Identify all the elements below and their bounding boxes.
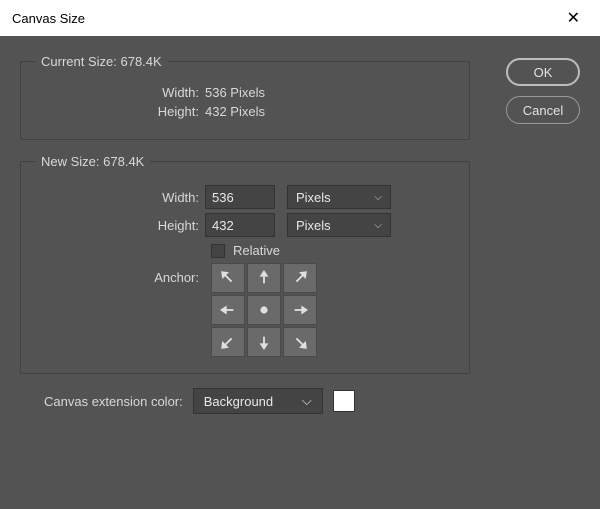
dialog-buttons: OK Cancel bbox=[506, 58, 580, 124]
current-height-label: Height: bbox=[35, 104, 205, 119]
new-height-unit-select[interactable]: Pixels ⌵ bbox=[287, 213, 391, 237]
anchor-grid bbox=[211, 263, 455, 357]
chevron-down-icon: ⌵ bbox=[302, 393, 312, 409]
anchor-w[interactable] bbox=[211, 295, 245, 325]
chevron-down-icon: ⌵ bbox=[374, 220, 382, 231]
new-height-input[interactable] bbox=[205, 213, 275, 237]
extension-color-select[interactable]: Background ⌵ bbox=[193, 388, 323, 414]
extension-label: Canvas extension color: bbox=[20, 394, 183, 409]
new-width-input[interactable] bbox=[205, 185, 275, 209]
close-icon[interactable]: ✕ bbox=[559, 4, 588, 32]
new-height-unit-value: Pixels bbox=[296, 218, 331, 233]
new-size-group: New Size: 678.4K Width: Pixels ⌵ Height:… bbox=[20, 154, 470, 374]
new-width-unit-select[interactable]: Pixels ⌵ bbox=[287, 185, 391, 209]
anchor-s[interactable] bbox=[247, 327, 281, 357]
new-width-unit-value: Pixels bbox=[296, 190, 331, 205]
current-width-label: Width: bbox=[35, 85, 205, 100]
new-size-legend: New Size: 678.4K bbox=[35, 154, 150, 169]
current-height-value: 432 Pixels bbox=[205, 104, 265, 119]
current-size-legend: Current Size: 678.4K bbox=[35, 54, 168, 69]
new-height-label: Height: bbox=[35, 218, 205, 233]
anchor-label: Anchor: bbox=[35, 266, 205, 285]
extension-color-value: Background bbox=[204, 394, 273, 409]
relative-label: Relative bbox=[233, 243, 280, 258]
anchor-n[interactable] bbox=[247, 263, 281, 293]
anchor-se[interactable] bbox=[283, 327, 317, 357]
extension-color-swatch[interactable] bbox=[333, 390, 355, 412]
anchor-e[interactable] bbox=[283, 295, 317, 325]
dialog-body: OK Cancel Current Size: 678.4K Width: 53… bbox=[0, 36, 600, 509]
anchor-ne[interactable] bbox=[283, 263, 317, 293]
cancel-button[interactable]: Cancel bbox=[506, 96, 580, 124]
chevron-down-icon: ⌵ bbox=[374, 192, 382, 203]
anchor-center[interactable] bbox=[247, 295, 281, 325]
current-width-value: 536 Pixels bbox=[205, 85, 265, 100]
anchor-sw[interactable] bbox=[211, 327, 245, 357]
anchor-nw[interactable] bbox=[211, 263, 245, 293]
extension-row: Canvas extension color: Background ⌵ bbox=[20, 388, 470, 414]
new-width-label: Width: bbox=[35, 190, 205, 205]
relative-checkbox[interactable] bbox=[211, 244, 225, 258]
current-size-group: Current Size: 678.4K Width: 536 Pixels H… bbox=[20, 54, 470, 140]
dialog-title: Canvas Size bbox=[12, 11, 85, 26]
titlebar: Canvas Size ✕ bbox=[0, 0, 600, 36]
ok-button[interactable]: OK bbox=[506, 58, 580, 86]
